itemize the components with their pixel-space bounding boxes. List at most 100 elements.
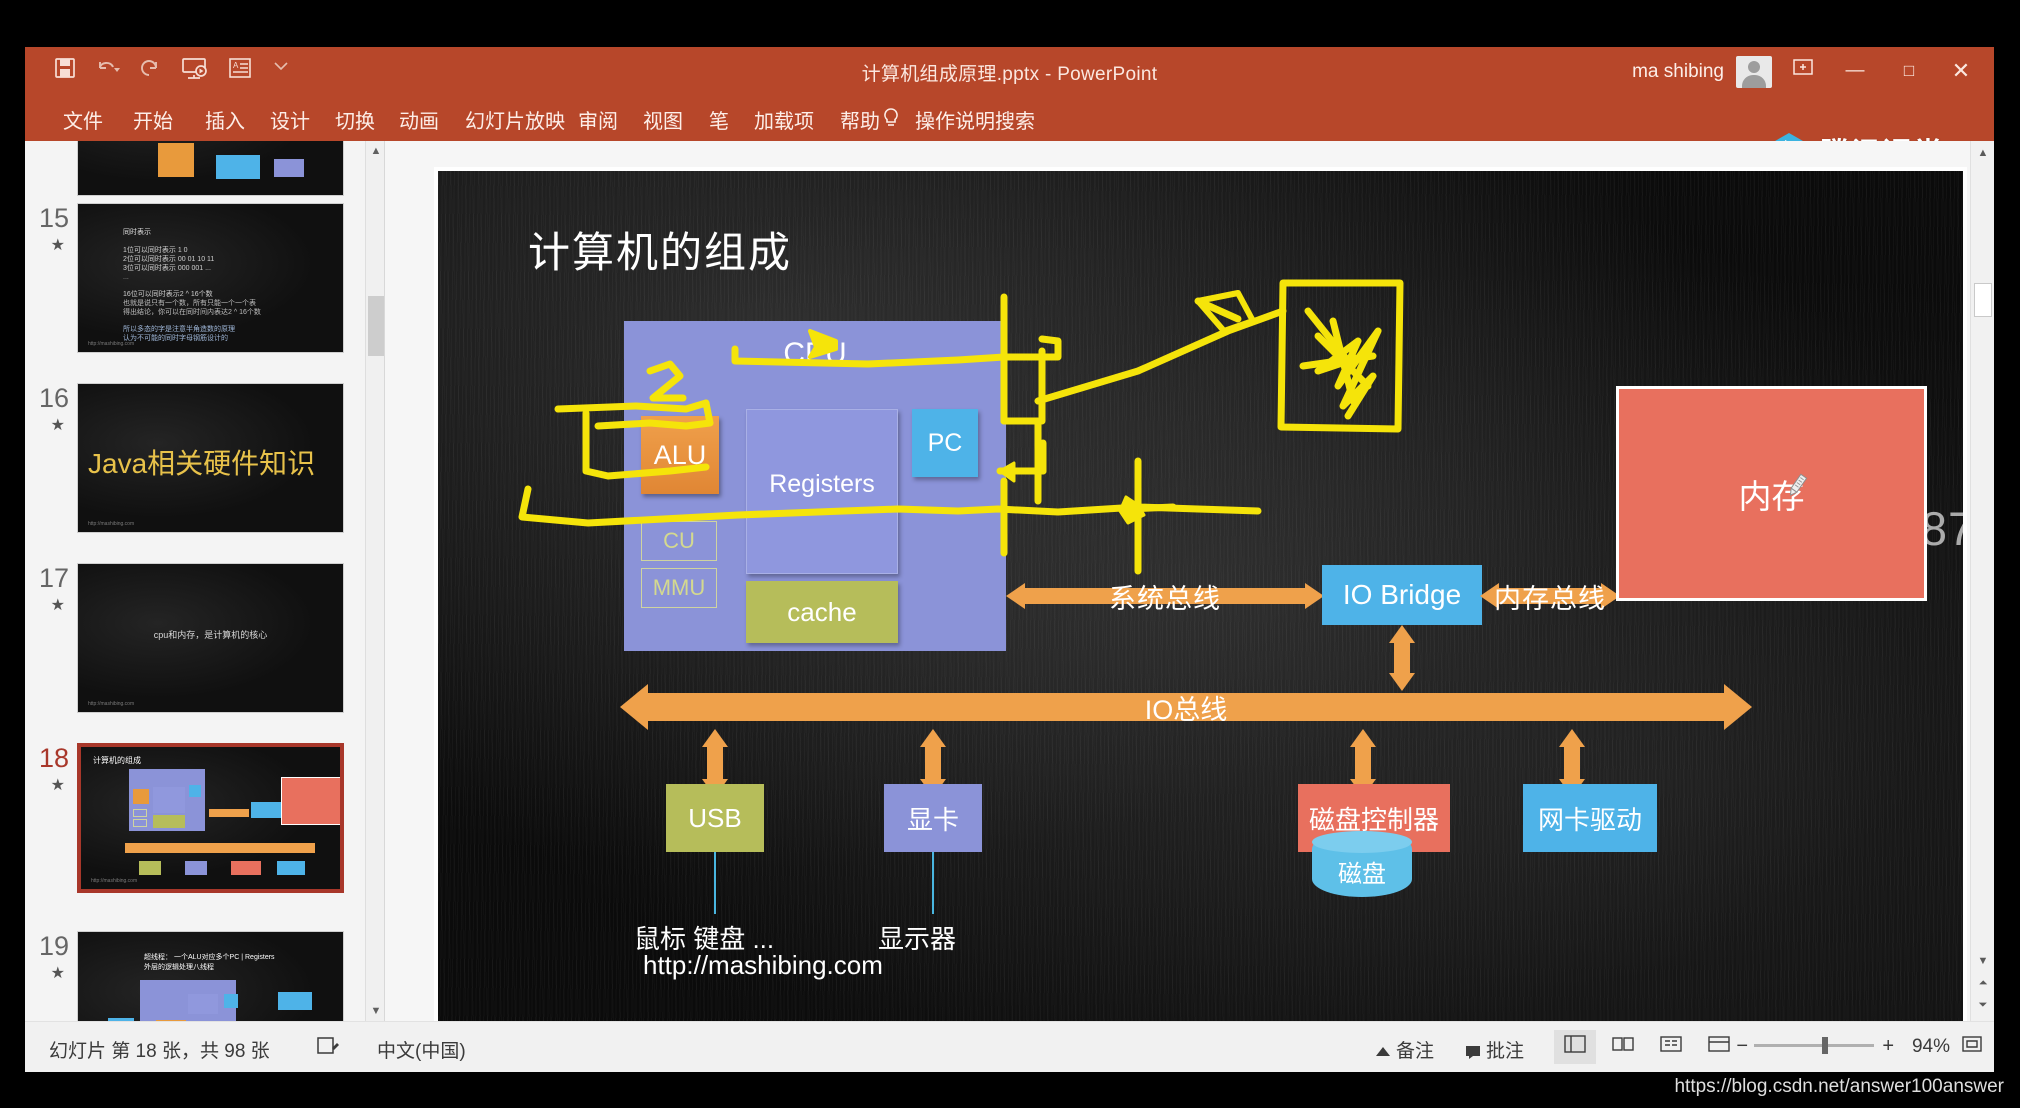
save-icon[interactable]: [53, 56, 77, 80]
page-title: 计算机的组成: [528, 229, 793, 276]
previous-slide-icon[interactable]: ⏶: [1971, 971, 1994, 995]
cu-block[interactable]: CU: [641, 521, 717, 561]
thumb-preview-current[interactable]: 计算机的组成 http://mashibing.com: [77, 743, 344, 893]
minimize-button[interactable]: —: [1832, 55, 1878, 87]
menu-item-addins[interactable]: 加载项: [754, 105, 814, 134]
status-bar: 幻灯片 第 18 张，共 98 张 中文(中国) 备注 批注 − + 94%: [25, 1021, 1994, 1072]
list-item[interactable]: 19 ★ 超线程： 一个ALU对应多个PC | Registers 外层的逻辑处…: [25, 931, 384, 1021]
scrollbar-thumb[interactable]: [368, 296, 384, 356]
start-slideshow-icon[interactable]: [181, 56, 209, 80]
thumb-preview[interactable]: Java相关硬件知识 http://mashibing.com: [77, 383, 344, 533]
thumb-url: http://mashibing.com: [88, 521, 135, 527]
menu-item-insert[interactable]: 插入: [205, 105, 245, 134]
list-item[interactable]: 18 ★ 计算机的组成 http://mashibing.com: [25, 743, 384, 893]
memory-block[interactable]: 内存: [1616, 386, 1927, 601]
fit-slide-to-window-icon[interactable]: [1962, 1035, 1982, 1058]
reading-view-icon[interactable]: A: [227, 56, 253, 80]
slide-thumbnail-pane[interactable]: 15 ★ 同时表示 1位可以同时表示 1 0 2位可以同时表示 00 01 10…: [25, 141, 385, 1021]
account-name[interactable]: ma shibing: [1632, 61, 1724, 83]
menu-item-view[interactable]: 视图: [643, 105, 683, 134]
scroll-up-arrow-icon[interactable]: ▲: [366, 141, 384, 161]
ribbon-display-options-icon[interactable]: [1780, 55, 1826, 87]
lightbulb-icon[interactable]: [880, 106, 902, 130]
device-nic[interactable]: 网卡驱动: [1523, 784, 1657, 852]
cpu-block[interactable]: CPU ALU Registers PC CU MMU cache: [624, 321, 1006, 651]
list-item[interactable]: 16 ★ Java相关硬件知识 http://mashibing.com: [25, 383, 384, 533]
slideshow-view-icon[interactable]: [1698, 1030, 1740, 1064]
zoom-in-button[interactable]: +: [1882, 1035, 1894, 1058]
thumb-body-text: 所以多态的字是注意半角造数的原理: [123, 326, 235, 333]
slide-canvas[interactable]: 计算机的组成 1441152095871726 CPU ALU Register…: [434, 167, 1967, 1027]
scroll-down-arrow-icon[interactable]: ▼: [1971, 949, 1994, 973]
zoom-out-button[interactable]: −: [1736, 1035, 1748, 1058]
pen-cursor-icon: [1783, 471, 1809, 497]
zoom-slider-handle[interactable]: [1822, 1037, 1828, 1054]
language-indicator[interactable]: 中文(中国): [377, 1036, 466, 1063]
list-item[interactable]: 17 ★ cpu和内存，是计算机的核心 http://mashibing.com: [25, 563, 384, 713]
undo-icon[interactable]: [95, 56, 121, 80]
scrollbar-thumb[interactable]: [1974, 283, 1992, 317]
thumb-number: 19: [38, 931, 69, 961]
zoom-slider[interactable]: [1754, 1037, 1874, 1054]
menu-item-review[interactable]: 审阅: [578, 105, 618, 134]
menu-item-slideshow[interactable]: 幻灯片放映: [465, 105, 565, 134]
redo-icon[interactable]: [137, 56, 161, 80]
slide-position-indicator[interactable]: 幻灯片 第 18 张，共 98 张: [49, 1036, 270, 1063]
io-bus-arrow: IO总线: [620, 684, 1752, 730]
notes-button[interactable]: 备注: [1375, 1036, 1434, 1065]
scroll-down-arrow-icon[interactable]: ▼: [366, 1001, 384, 1021]
thumb-star-icon: ★: [50, 777, 65, 794]
thumb-subtitle: 外层的逻辑处理八线程: [144, 964, 214, 971]
bridge-to-iobus-arrow: [1389, 625, 1415, 691]
system-bus-label: 系统总线: [1109, 584, 1221, 614]
comments-button[interactable]: 批注: [1465, 1036, 1524, 1065]
maximize-button[interactable]: □: [1886, 55, 1932, 87]
accessibility-check-icon[interactable]: [317, 1036, 341, 1061]
menu-item-file[interactable]: 文件: [63, 105, 103, 134]
avatar[interactable]: [1736, 56, 1772, 88]
mmu-block[interactable]: MMU: [641, 568, 717, 608]
slide-sorter-icon[interactable]: [1602, 1030, 1644, 1064]
menu-item-home[interactable]: 开始: [133, 105, 173, 134]
mmu-label: MMU: [652, 575, 706, 600]
scroll-up-arrow-icon[interactable]: ▲: [1971, 141, 1994, 165]
list-item[interactable]: 15 ★ 同时表示 1位可以同时表示 1 0 2位可以同时表示 00 01 10…: [25, 203, 384, 353]
thumb-body-text: 3位可以同时表示 000 001 ...: [123, 265, 211, 272]
cache-block[interactable]: cache: [746, 581, 898, 643]
disk-cylinder[interactable]: 磁盘: [1312, 831, 1412, 897]
pc-block[interactable]: PC: [912, 409, 978, 477]
comments-label: 批注: [1485, 1041, 1524, 1062]
device-nic-label: 网卡驱动: [1537, 804, 1642, 835]
registers-block[interactable]: Registers: [746, 409, 898, 574]
menu-item-help[interactable]: 帮助: [840, 105, 880, 134]
normal-view-icon[interactable]: [1554, 1030, 1596, 1064]
zoom-level-label[interactable]: 94%: [1912, 1036, 1950, 1058]
cache-label: cache: [787, 596, 857, 627]
menu-item-design[interactable]: 设计: [270, 105, 310, 134]
next-slide-icon[interactable]: ⏷: [1971, 993, 1994, 1017]
menu-item-pen[interactable]: 笔: [709, 105, 729, 134]
thumb-body-text: 同时表示: [123, 229, 151, 236]
alu-block[interactable]: ALU: [641, 416, 719, 494]
customize-qat-icon[interactable]: [271, 56, 291, 76]
device-usb[interactable]: USB: [666, 784, 764, 852]
slide-editing-stage[interactable]: 计算机的组成 1441152095871726 CPU ALU Register…: [386, 141, 1994, 1027]
svg-text:A: A: [233, 61, 239, 70]
slide-scrollbar[interactable]: ▲ ▼ ⏶ ⏷: [1970, 141, 1994, 1021]
reading-view-icon[interactable]: [1650, 1030, 1692, 1064]
thumb-preview[interactable]: cpu和内存，是计算机的核心 http://mashibing.com: [77, 563, 344, 713]
thumb-number: 15: [38, 203, 69, 233]
thumb-preview[interactable]: 超线程： 一个ALU对应多个PC | Registers 外层的逻辑处理八线程: [77, 931, 344, 1021]
menu-item-tell-me[interactable]: 操作说明搜索: [915, 105, 1035, 134]
close-button[interactable]: ✕: [1938, 55, 1984, 87]
thumbnail-scrollbar[interactable]: ▲ ▼: [365, 141, 384, 1021]
thumb-preview[interactable]: [77, 141, 344, 196]
io-bridge-block[interactable]: IO Bridge: [1322, 565, 1482, 625]
thumb-preview[interactable]: 同时表示 1位可以同时表示 1 0 2位可以同时表示 00 01 10 11 3…: [77, 203, 344, 353]
device-gpu[interactable]: 显卡: [884, 784, 982, 852]
menu-item-animations[interactable]: 动画: [399, 105, 439, 134]
menu-item-transitions[interactable]: 切换: [335, 105, 375, 134]
thumb-body-text: ...: [123, 274, 129, 281]
thumb-body-text: 也就是说只有一个数，所有只能一个一个表: [123, 300, 256, 307]
list-item[interactable]: [25, 141, 384, 196]
